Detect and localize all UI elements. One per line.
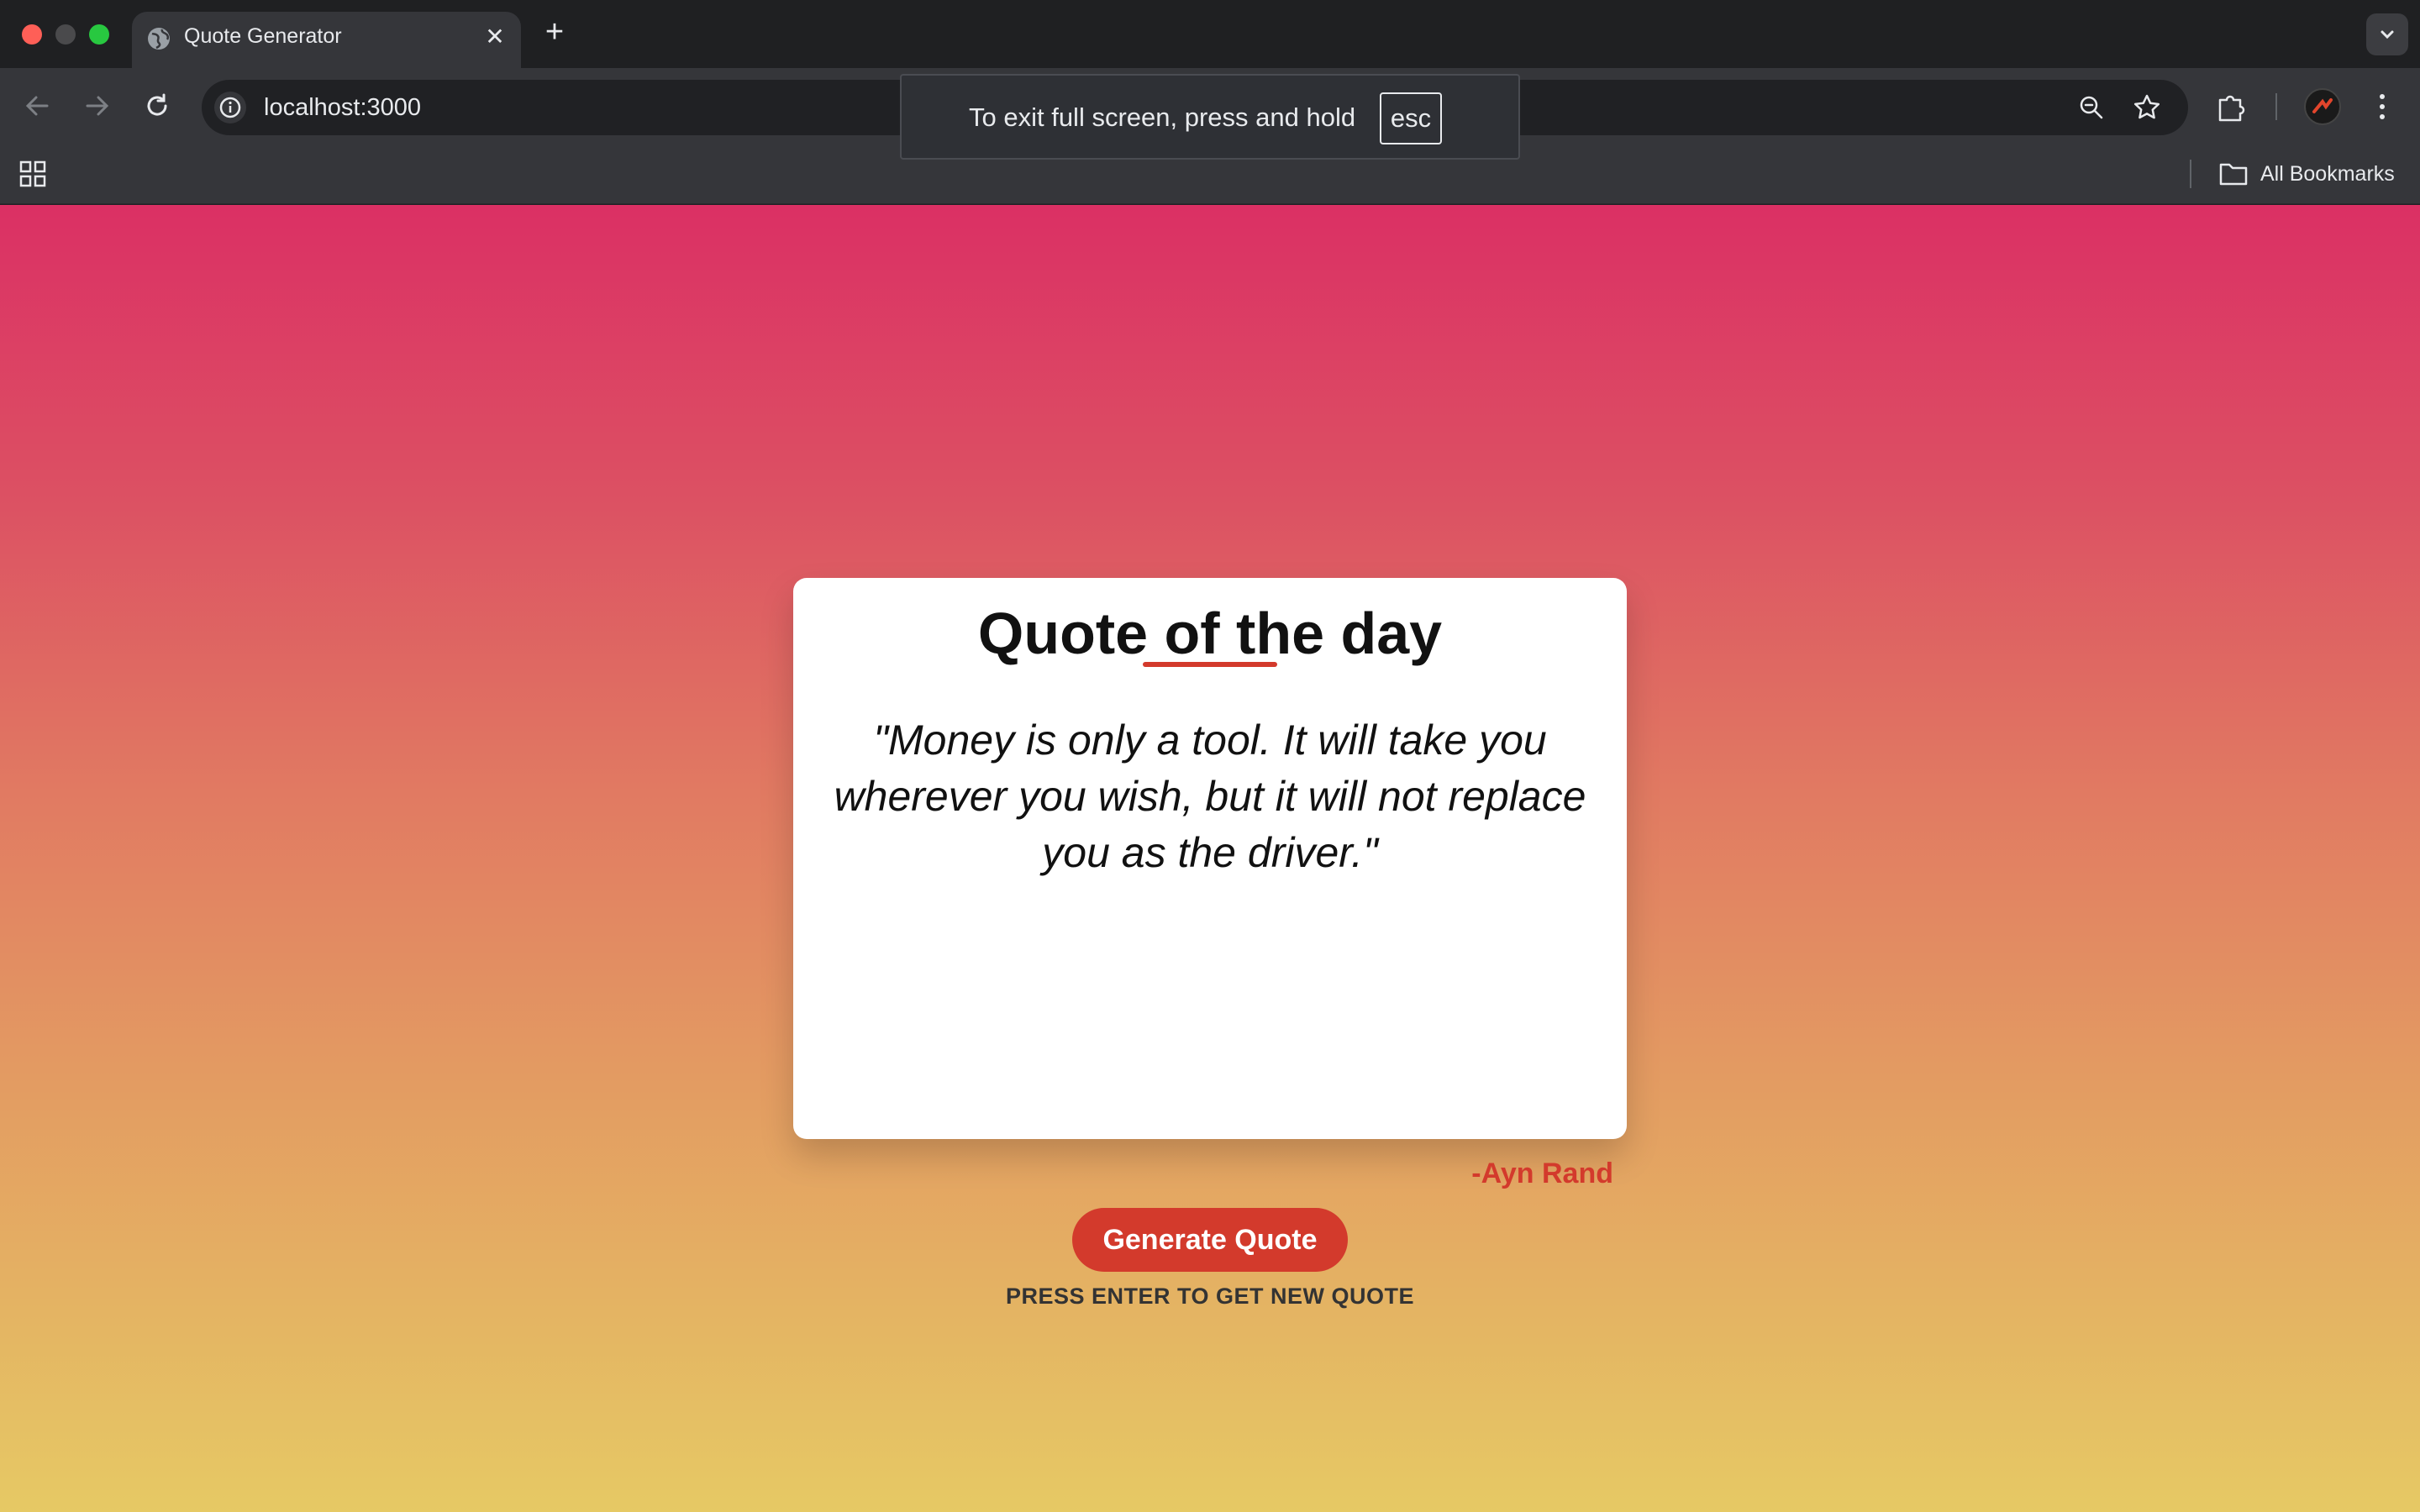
fullscreen-exit-toast: To exit full screen, press and hold esc <box>900 74 1520 160</box>
quote-text: "Money is only a tool. It will take you … <box>834 717 1586 876</box>
esc-key-badge: esc <box>1380 92 1442 144</box>
enter-hint: PRESS ENTER TO GET NEW QUOTE <box>1005 1284 1415 1309</box>
close-icon[interactable]: ✕ <box>480 22 510 52</box>
quote-author: -Ayn Rand <box>1471 1158 1613 1189</box>
more-menu-icon[interactable] <box>2370 88 2395 125</box>
globe-icon <box>148 28 170 50</box>
tab-quote-generator[interactable]: Quote Generator ✕ <box>132 12 521 68</box>
profile-avatar[interactable] <box>2304 88 2341 125</box>
bookmark-star-icon[interactable] <box>2131 92 2163 123</box>
bookmarks-divider <box>2190 160 2191 188</box>
fullscreen-window-button[interactable] <box>89 24 109 45</box>
toolbar-divider <box>2275 93 2277 120</box>
extensions-puzzle-icon[interactable] <box>2213 88 2249 123</box>
tab-title: Quote Generator <box>184 24 342 48</box>
minimize-window-button[interactable] <box>55 24 76 45</box>
card-title: Quote of the day <box>977 601 1443 666</box>
forward-arrow-icon[interactable] <box>77 87 116 125</box>
tab-strip: Quote Generator ✕ + <box>0 0 2420 68</box>
apps-grid-icon[interactable] <box>18 160 47 188</box>
zoom-icon[interactable] <box>2075 92 2107 123</box>
new-tab-button[interactable]: + <box>538 15 571 49</box>
page-background: Quote of the day "Money is only a tool. … <box>0 205 2420 1512</box>
reload-icon[interactable] <box>138 87 176 125</box>
folder-icon <box>2219 163 2248 186</box>
toast-message: To exit full screen, press and hold <box>969 102 1356 132</box>
back-arrow-icon[interactable] <box>18 87 57 125</box>
generate-quote-button[interactable]: Generate Quote <box>1072 1208 1348 1272</box>
title-underline <box>1143 662 1277 667</box>
close-window-button[interactable] <box>22 24 42 45</box>
tab-search-button[interactable] <box>2366 13 2408 55</box>
chevron-down-icon <box>2381 30 2394 39</box>
url-text[interactable]: localhost:3000 <box>264 94 421 122</box>
all-bookmarks-link[interactable]: All Bookmarks <box>2260 162 2395 186</box>
profile-logo-icon <box>2312 98 2333 113</box>
site-info-icon[interactable] <box>213 91 247 124</box>
